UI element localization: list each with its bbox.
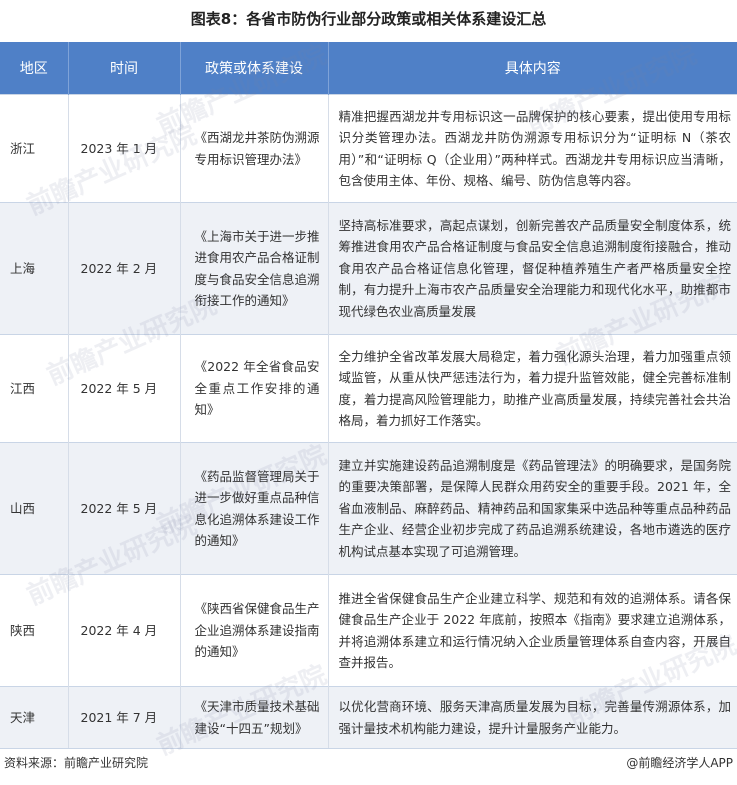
cell-policy: 《2022 年全省食品安全重点工作安排的通知》 bbox=[180, 334, 329, 443]
figure-title: 图表8：各省市防伪行业部分政策或相关体系建设汇总 bbox=[190, 10, 547, 28]
cell-policy: 《天津市质量技术基础建设“十四五”规划》 bbox=[180, 686, 329, 749]
cell-region: 陕西 bbox=[0, 574, 69, 687]
cell-region: 天津 bbox=[0, 686, 69, 749]
cell-detail: 全力维护全省改革发展大局稳定，着力强化源头治理，着力加强重点领域监管，从重从快严… bbox=[328, 334, 737, 443]
cell-detail: 建立并实施建设药品追溯制度是《药品管理法》的明确要求，是国务院的重要决策部署，是… bbox=[328, 442, 737, 575]
cell-detail: 坚持高标准要求，高起点谋划，创新完善农产品质量安全制度体系，统筹推进食用农产品合… bbox=[328, 202, 737, 335]
cell-time: 2023 年 1 月 bbox=[68, 94, 181, 203]
cell-detail: 精准把握西湖龙井专用标识这一品牌保护的核心要素，提出使用专用标识分类管理办法。西… bbox=[328, 94, 737, 203]
table-row: 浙江 2023 年 1 月 《西湖龙井茶防伪溯源专用标识管理办法》 精准把握西湖… bbox=[0, 94, 737, 203]
cell-time: 2022 年 5 月 bbox=[68, 442, 181, 575]
cell-detail: 以优化营商环境、服务天津高质量发展为目标，完善量传溯源体系，加强计量技术机构能力… bbox=[328, 686, 737, 749]
cell-detail: 推进全省保健食品生产企业建立科学、规范和有效的追溯体系。请各保健食品生产企业于 … bbox=[328, 574, 737, 687]
cell-policy: 《陕西省保健食品生产企业追溯体系建设指南的通知》 bbox=[180, 574, 329, 687]
cell-time: 2022 年 5 月 bbox=[68, 334, 181, 443]
source-note: 资料来源：前瞻产业研究院 bbox=[4, 756, 149, 770]
header-region: 地区 bbox=[0, 42, 69, 95]
cell-region: 浙江 bbox=[0, 94, 69, 203]
header-policy: 政策或体系建设 bbox=[180, 42, 329, 95]
cell-region: 江西 bbox=[0, 334, 69, 443]
cell-time: 2022 年 4 月 bbox=[68, 574, 181, 687]
table-row: 陕西 2022 年 4 月 《陕西省保健食品生产企业追溯体系建设指南的通知》 推… bbox=[0, 574, 737, 687]
table-row: 上海 2022 年 2 月 《上海市关于进一步推进食用农产品合格证制度与食品安全… bbox=[0, 202, 737, 335]
header-detail: 具体内容 bbox=[328, 42, 737, 95]
table-row: 山西 2022 年 5 月 《药品监督管理局关于进一步做好重点品种信息化追溯体系… bbox=[0, 442, 737, 575]
table-header-row: 地区 时间 政策或体系建设 具体内容 bbox=[0, 42, 737, 95]
cell-policy: 《上海市关于进一步推进食用农产品合格证制度与食品安全信息追溯衔接工作的通知》 bbox=[180, 202, 329, 335]
table-row: 江西 2022 年 5 月 《2022 年全省食品安全重点工作安排的通知》 全力… bbox=[0, 334, 737, 443]
policy-table: 地区 时间 政策或体系建设 具体内容 浙江 2023 年 1 月 《西湖龙井茶防… bbox=[0, 42, 737, 749]
cell-policy: 《西湖龙井茶防伪溯源专用标识管理办法》 bbox=[180, 94, 329, 203]
brand-credit: @前瞻经济学人APP bbox=[626, 756, 733, 770]
cell-policy: 《药品监督管理局关于进一步做好重点品种信息化追溯体系建设工作的通知》 bbox=[180, 442, 329, 575]
header-time: 时间 bbox=[68, 42, 181, 95]
cell-time: 2022 年 2 月 bbox=[68, 202, 181, 335]
cell-time: 2021 年 7 月 bbox=[68, 686, 181, 749]
cell-region: 山西 bbox=[0, 442, 69, 575]
table-row: 天津 2021 年 7 月 《天津市质量技术基础建设“十四五”规划》 以优化营商… bbox=[0, 686, 737, 749]
cell-region: 上海 bbox=[0, 202, 69, 335]
